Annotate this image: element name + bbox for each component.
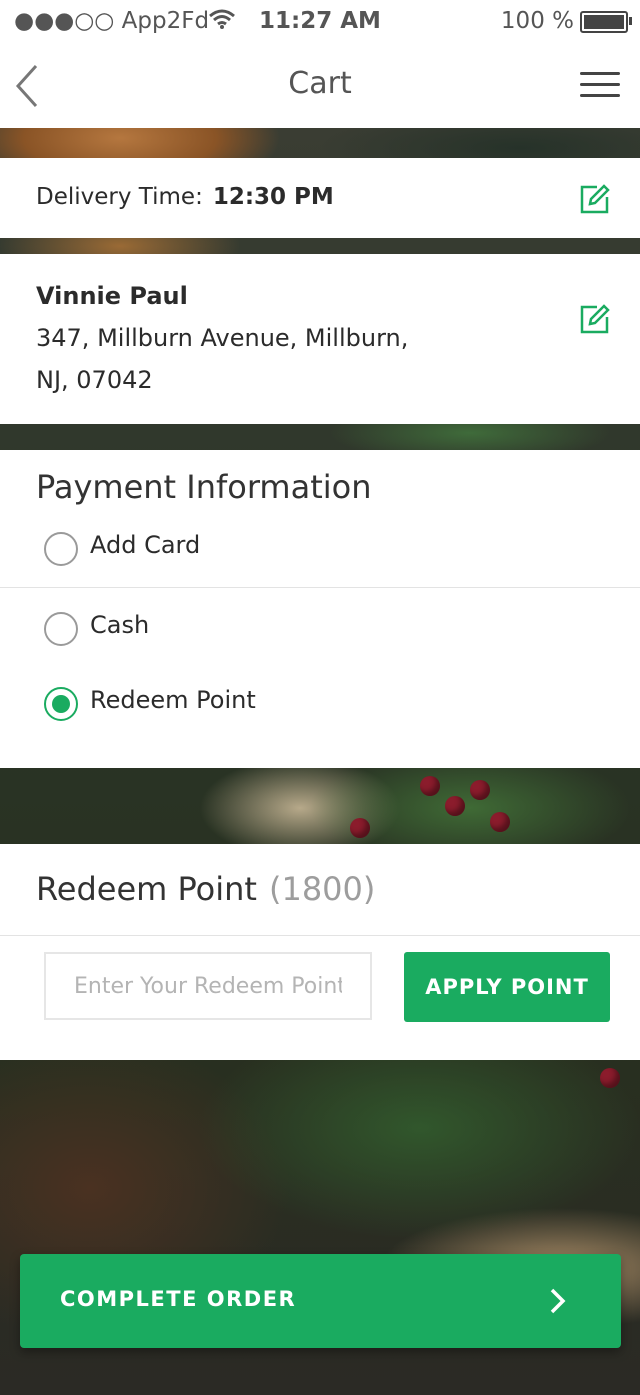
edit-address-icon[interactable] (580, 304, 610, 334)
status-bar: ●●●○○ App2Fd 11:27 AM 100 % (0, 0, 640, 42)
redeem-heading-label: Redeem Point (36, 870, 257, 908)
apply-point-button[interactable]: APPLY POINT (404, 952, 610, 1022)
delivery-time-value: 12:30 PM (212, 184, 334, 210)
delivery-address-card: Vinnie Paul 347, Millburn Avenue, Millbu… (0, 254, 640, 424)
pomegranate-seed (600, 1068, 620, 1088)
pomegranate-seed (420, 776, 440, 796)
redeem-point-input[interactable] (44, 952, 372, 1020)
pomegranate-seed (350, 818, 370, 838)
chevron-right-icon (549, 1287, 567, 1315)
battery-icon (580, 11, 632, 33)
redeem-heading: Redeem Point (1800) (36, 870, 375, 908)
navigation-bar: Cart (0, 42, 640, 128)
complete-order-label: COMPLETE ORDER (60, 1287, 297, 1311)
page-title: Cart (288, 66, 352, 101)
customer-name: Vinnie Paul (36, 282, 188, 310)
payment-option-label: Cash (90, 611, 150, 639)
battery-percentage: 100 % (500, 8, 574, 34)
payment-option-label: Add Card (90, 531, 201, 559)
pomegranate-seed (470, 780, 490, 800)
address-line-2: NJ, 07042 (36, 366, 153, 394)
delivery-time-card: Delivery Time: 12:30 PM (0, 158, 640, 238)
redeem-point-card: Redeem Point (1800) APPLY POINT (0, 844, 640, 1060)
radio-checked-icon[interactable] (44, 687, 78, 721)
address-line-1: 347, Millburn Avenue, Millburn, (36, 324, 409, 352)
payment-option-label: Redeem Point (90, 686, 256, 714)
radio-unchecked-icon[interactable] (44, 612, 78, 646)
payment-heading: Payment Information (36, 468, 372, 506)
edit-delivery-time-icon[interactable] (580, 184, 610, 214)
divider (0, 935, 640, 936)
delivery-time-row: Delivery Time: 12:30 PM (36, 184, 334, 210)
available-points: (1800) (268, 870, 376, 908)
complete-order-button[interactable]: COMPLETE ORDER (20, 1254, 621, 1348)
divider (0, 587, 640, 588)
delivery-time-label: Delivery Time: (36, 184, 203, 210)
hamburger-menu-icon[interactable] (580, 72, 620, 98)
payment-information-card: Payment Information Add Card Cash Redeem… (0, 450, 640, 768)
radio-unchecked-icon[interactable] (44, 532, 78, 566)
pomegranate-seed (445, 796, 465, 816)
pomegranate-seed (490, 812, 510, 832)
